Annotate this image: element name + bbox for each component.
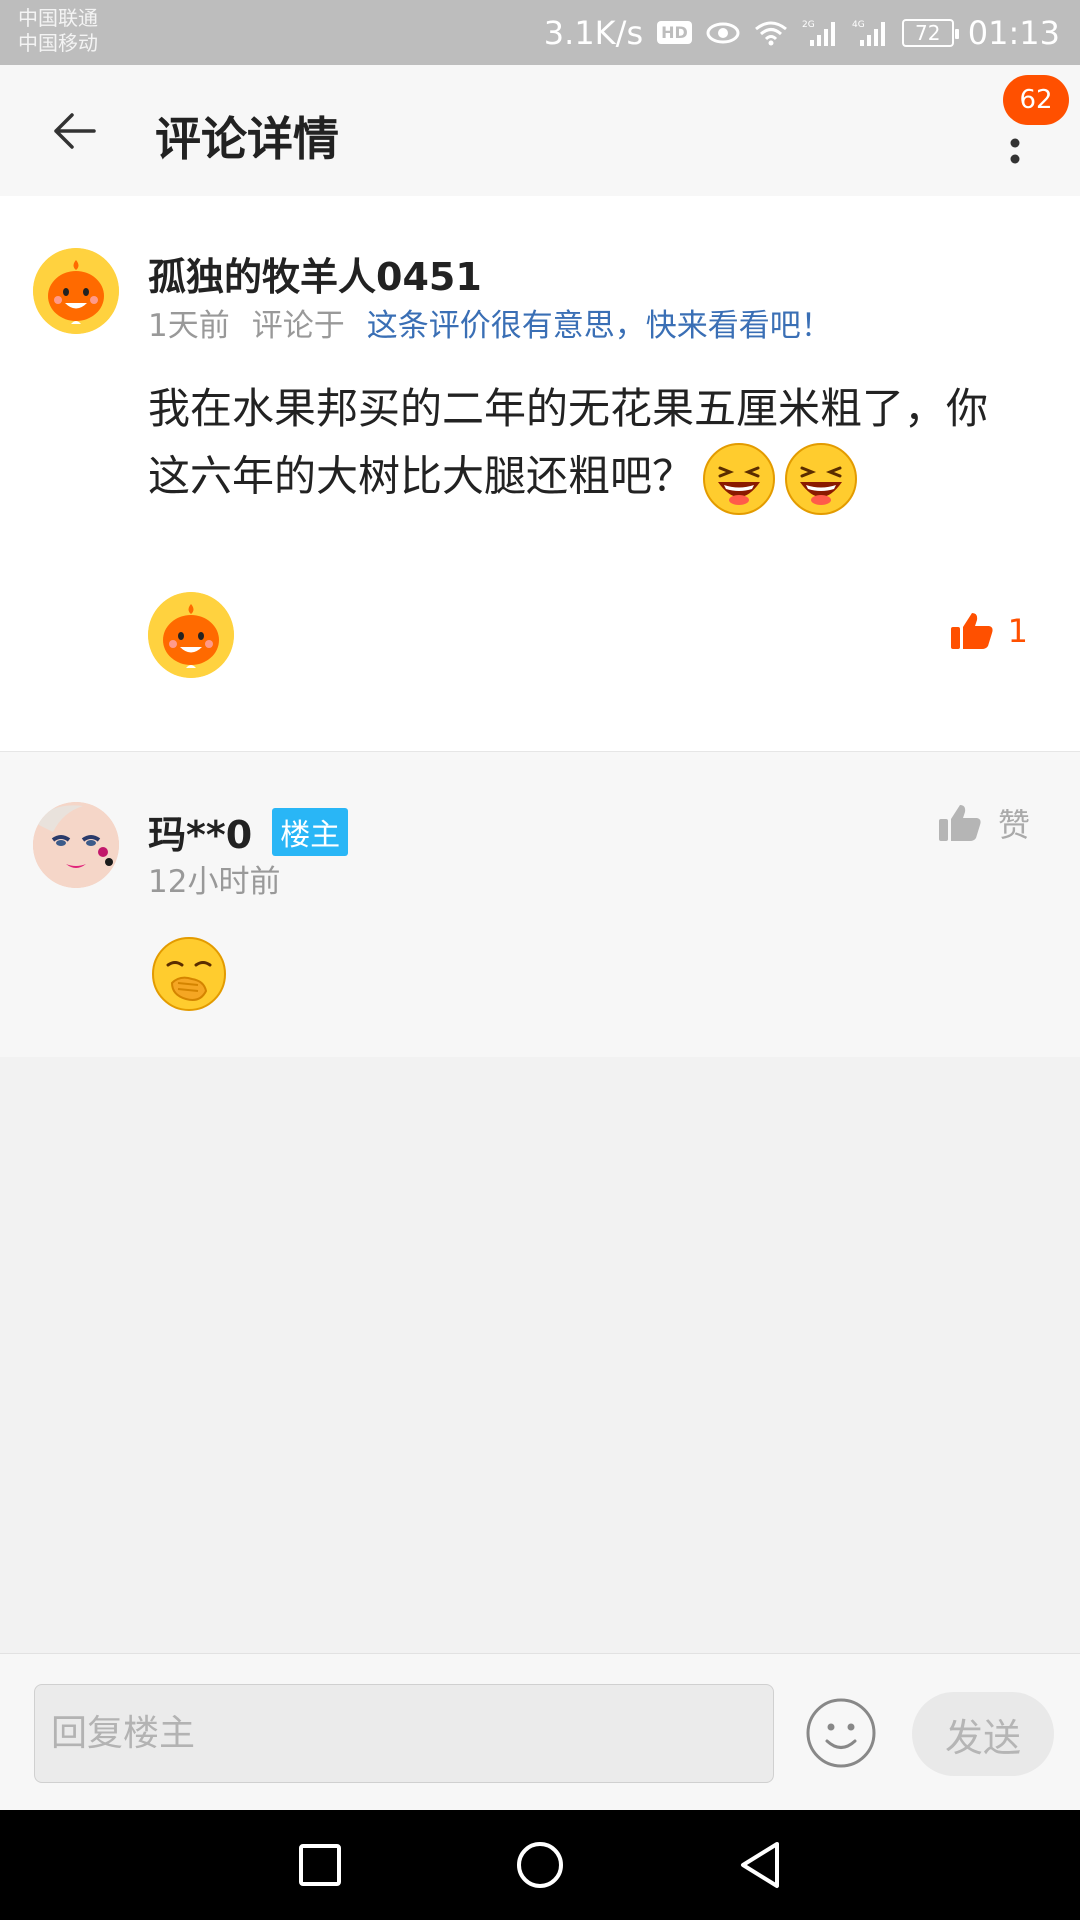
commented-on-label: 评论于: [251, 308, 345, 344]
comment-time: 1天前: [148, 308, 230, 344]
comment-username[interactable]: 孤独的牧羊人0451: [148, 246, 482, 301]
signal-4g-icon: 4G: [852, 18, 888, 48]
reply-like-button[interactable]: 赞: [938, 800, 1030, 846]
avatar[interactable]: [33, 248, 119, 334]
app-header: 评论详情 62: [0, 65, 1080, 196]
laughing-emoji-icon: [785, 443, 858, 515]
svg-text:2G: 2G: [802, 20, 815, 30]
like-count: 1: [1007, 612, 1028, 650]
commented-on-link[interactable]: 这条评价很有意思，快来看看吧！: [367, 308, 832, 344]
like-button[interactable]: 1: [950, 611, 1028, 651]
carrier-info: 中国联通 中国移动: [18, 6, 98, 56]
carrier-1: 中国联通: [18, 6, 98, 30]
yawning-emoji-icon: [152, 937, 226, 1011]
signal-2g-icon: 2G: [802, 18, 838, 48]
liker-avatar[interactable]: [148, 592, 234, 678]
smiley-icon: [806, 1698, 876, 1768]
circle-icon: [517, 1842, 563, 1888]
comment-text: 我在水果邦买的二年的无花果五厘米粗了，你这六年的大树比大腿还粗吧？: [148, 384, 989, 501]
back-arrow-icon: [54, 113, 96, 149]
owner-badge: 楼主: [272, 807, 349, 856]
main-comment: 孤独的牧羊人0451 1天前 评论于 这条评价很有意思，快来看看吧！ 我在水果邦买的…: [0, 196, 1080, 752]
reply-like-label: 赞: [997, 806, 1030, 844]
thumbs-up-icon: [938, 805, 981, 841]
comment-body: 我在水果邦买的二年的无花果五厘米粗了，你这六年的大树比大腿还粗吧？: [148, 376, 1028, 516]
recents-button[interactable]: [290, 1835, 350, 1895]
reply-time: 12小时前: [148, 864, 281, 900]
page-title: 评论详情: [155, 112, 339, 166]
triangle-back-icon: [741, 1842, 779, 1888]
reply-avatar[interactable]: [33, 802, 119, 888]
more-vertical-icon: [1010, 138, 1020, 164]
system-nav-bar: [0, 1810, 1080, 1920]
emoji-button[interactable]: [804, 1696, 878, 1770]
battery-icon: 72: [901, 18, 959, 47]
status-icons: 3.1K/s HD 2G 4G 72 01:13: [544, 0, 1060, 65]
carrier-2: 中国移动: [18, 31, 98, 55]
mascot-avatar-icon: [148, 592, 234, 678]
reply-input[interactable]: [34, 1684, 774, 1783]
reply-header: 玛**0 楼主: [148, 804, 349, 859]
eye-icon: [706, 21, 740, 45]
comment-meta: 1天前 评论于 这条评价很有意思，快来看看吧！: [148, 300, 832, 345]
status-bar: 中国联通 中国移动 3.1K/s HD 2G 4G 72 01:13: [0, 0, 1080, 65]
back-nav-button[interactable]: [730, 1835, 790, 1895]
back-button[interactable]: [38, 95, 110, 167]
reply-item: 玛**0 楼主 12小时前 赞: [0, 752, 1080, 1057]
send-button[interactable]: 发送: [912, 1692, 1054, 1776]
reply-username[interactable]: 玛**0: [148, 804, 252, 859]
notification-badge[interactable]: 62: [1003, 75, 1069, 125]
clock: 01:13: [967, 13, 1060, 52]
laughing-emoji-icon: [703, 443, 776, 515]
thumbs-up-filled-icon: [950, 613, 993, 649]
face-avatar-icon: [33, 802, 119, 888]
hd-icon: HD: [657, 21, 692, 44]
wifi-icon: [754, 19, 788, 47]
home-button[interactable]: [510, 1835, 570, 1895]
net-speed: 3.1K/s: [543, 13, 644, 52]
svg-text:4G: 4G: [852, 20, 865, 30]
reply-input-bar: 发送: [0, 1653, 1080, 1810]
square-icon: [299, 1844, 341, 1886]
mascot-avatar-icon: [33, 248, 119, 334]
